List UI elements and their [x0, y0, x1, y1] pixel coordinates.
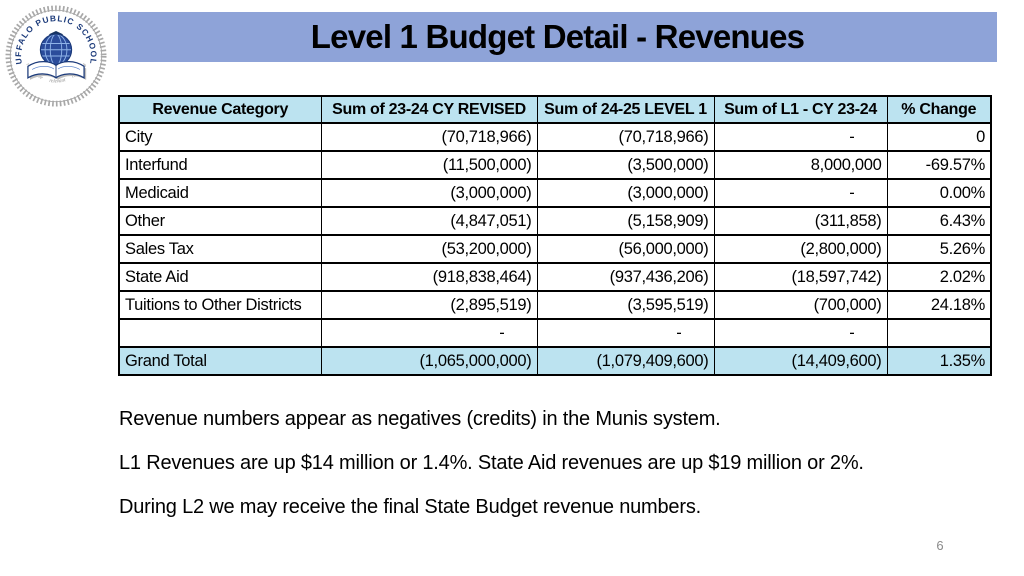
cell-level1: (3,000,000)	[537, 179, 714, 207]
cell-delta: -	[714, 319, 887, 347]
notes-block: Revenue numbers appear as negatives (cre…	[119, 406, 999, 538]
cell-cy-revised: (70,718,966)	[321, 123, 537, 151]
cell-category: Tuitions to Other Districts	[119, 291, 321, 319]
cell-cy-revised: (3,000,000)	[321, 179, 537, 207]
cell-cy-revised: (1,065,000,000)	[321, 347, 537, 375]
cell-delta: (18,597,742)	[714, 263, 887, 291]
cell-category: Grand Total	[119, 347, 321, 375]
cell-category: Other	[119, 207, 321, 235]
table-row: Medicaid(3,000,000)(3,000,000)-0.00%	[119, 179, 991, 207]
title-bar: Level 1 Budget Detail - Revenues	[118, 12, 997, 62]
cell-level1: -	[537, 319, 714, 347]
cell-level1: (56,000,000)	[537, 235, 714, 263]
table-row: City(70,718,966)(70,718,966)-0	[119, 123, 991, 151]
cell-cy-revised: (11,500,000)	[321, 151, 537, 179]
revenue-table: Revenue Category Sum of 23-24 CY REVISED…	[118, 95, 992, 376]
cell-level1: (70,718,966)	[537, 123, 714, 151]
header-cy-revised: Sum of 23-24 CY REVISED	[321, 96, 537, 123]
header-level1: Sum of 24-25 LEVEL 1	[537, 96, 714, 123]
cell-category: Interfund	[119, 151, 321, 179]
cell-delta: -	[714, 123, 887, 151]
table-header-row: Revenue Category Sum of 23-24 CY REVISED…	[119, 96, 991, 123]
note-l2-state-budget: During L2 we may receive the final State…	[119, 494, 999, 520]
cell-level1: (937,436,206)	[537, 263, 714, 291]
cell-pct-change: 2.02%	[887, 263, 991, 291]
cell-pct-change: 24.18%	[887, 291, 991, 319]
table-row: ---	[119, 319, 991, 347]
note-l1-revenues-up: L1 Revenues are up $14 million or 1.4%. …	[119, 450, 999, 476]
table-row: Other(4,847,051)(5,158,909)(311,858)6.43…	[119, 207, 991, 235]
header-l1-cy-delta: Sum of L1 - CY 23-24	[714, 96, 887, 123]
cell-cy-revised: (918,838,464)	[321, 263, 537, 291]
cell-delta: (700,000)	[714, 291, 887, 319]
cell-delta: (14,409,600)	[714, 347, 887, 375]
cell-pct-change: 0.00%	[887, 179, 991, 207]
note-munis-credits: Revenue numbers appear as negatives (cre…	[119, 406, 999, 432]
cell-category: State Aid	[119, 263, 321, 291]
table-row: State Aid(918,838,464)(937,436,206)(18,5…	[119, 263, 991, 291]
cell-cy-revised: (53,200,000)	[321, 235, 537, 263]
table-row: Sales Tax(53,200,000)(56,000,000)(2,800,…	[119, 235, 991, 263]
cell-pct-change: 5.26%	[887, 235, 991, 263]
cell-delta: (2,800,000)	[714, 235, 887, 263]
cell-cy-revised: (2,895,519)	[321, 291, 537, 319]
globe-icon	[39, 34, 72, 65]
cell-pct-change: 1.35%	[887, 347, 991, 375]
cell-level1: (3,595,519)	[537, 291, 714, 319]
header-pct-change: % Change	[887, 96, 991, 123]
table-row: Interfund(11,500,000)(3,500,000)8,000,00…	[119, 151, 991, 179]
cell-category	[119, 319, 321, 347]
cell-delta: 8,000,000	[714, 151, 887, 179]
page-number: 6	[930, 538, 950, 553]
cell-category: City	[119, 123, 321, 151]
cell-cy-revised: -	[321, 319, 537, 347]
cell-delta: -	[714, 179, 887, 207]
slide-title: Level 1 Budget Detail - Revenues	[311, 18, 804, 56]
cell-pct-change: 6.43%	[887, 207, 991, 235]
cell-level1: (3,500,000)	[537, 151, 714, 179]
cell-pct-change: -69.57%	[887, 151, 991, 179]
cell-pct-change: 0	[887, 123, 991, 151]
cell-category: Medicaid	[119, 179, 321, 207]
grand-total-row: Grand Total(1,065,000,000)(1,079,409,600…	[119, 347, 991, 375]
revenue-table-body: City(70,718,966)(70,718,966)-0Interfund(…	[119, 123, 991, 375]
cell-cy-revised: (4,847,051)	[321, 207, 537, 235]
table-row: Tuitions to Other Districts(2,895,519)(3…	[119, 291, 991, 319]
buffalo-public-schools-logo-icon: BUFFALO PUBLIC SCHOOLS responsive releva…	[4, 4, 108, 108]
header-revenue-category: Revenue Category	[119, 96, 321, 123]
cell-level1: (1,079,409,600)	[537, 347, 714, 375]
cell-pct-change	[887, 319, 991, 347]
cell-delta: (311,858)	[714, 207, 887, 235]
cell-level1: (5,158,909)	[537, 207, 714, 235]
cell-category: Sales Tax	[119, 235, 321, 263]
